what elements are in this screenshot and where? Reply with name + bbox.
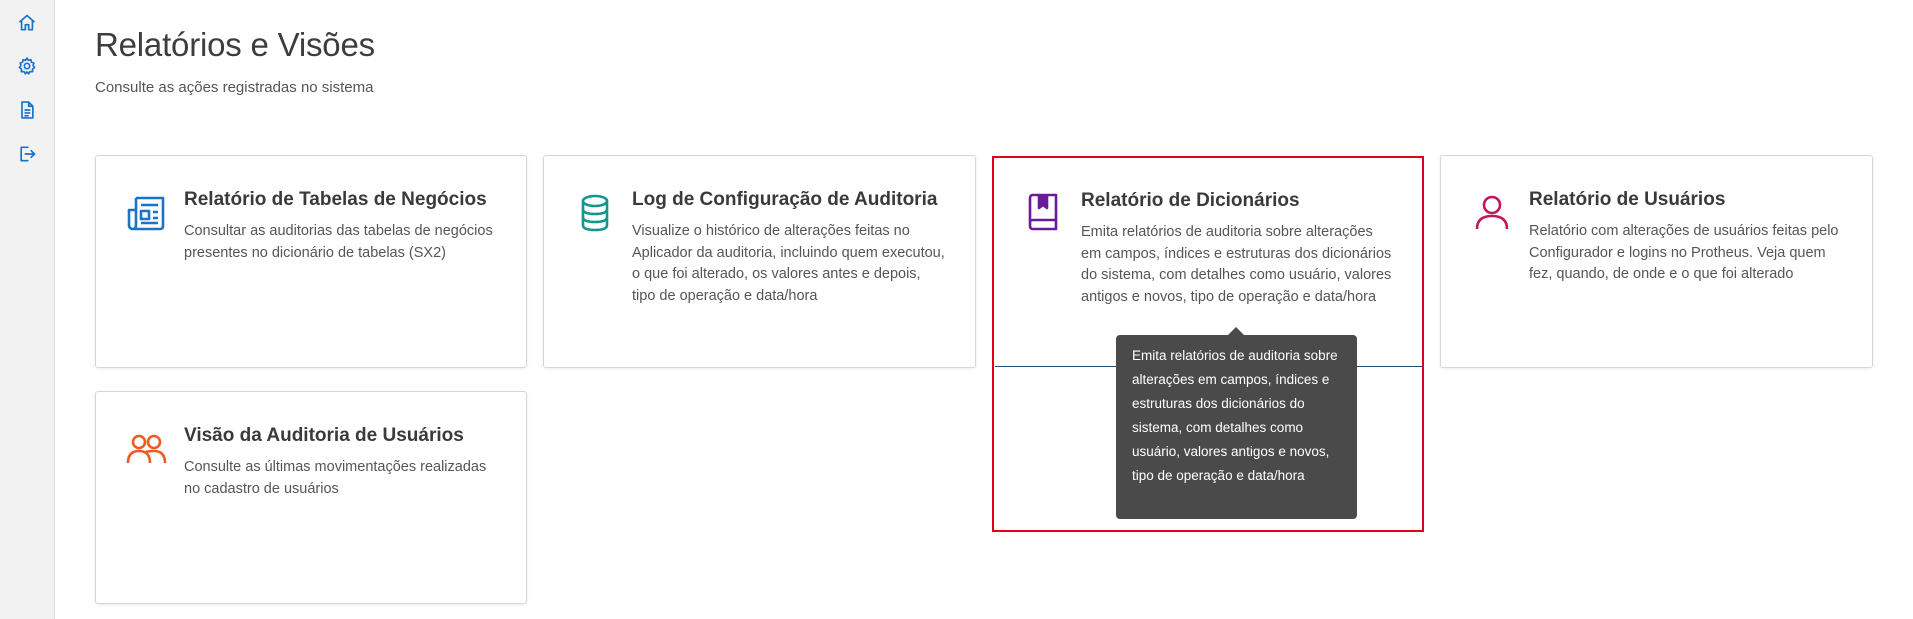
card-description: Emita relatórios de auditoria sobre alte… — [1081, 224, 1392, 305]
tooltip: Emita relatórios de auditoria sobre alte… — [1116, 327, 1357, 519]
card-description: Consulte as últimas movimentações realiz… — [184, 459, 487, 497]
card-title: Relatório de Dicionários — [1081, 190, 1300, 211]
card-title: Relatório de Usuários — [1529, 189, 1726, 210]
card-relatorio-usuarios[interactable]: Relatório de Usuários Relatório com alte… — [1440, 155, 1873, 368]
newspaper-icon — [126, 192, 168, 234]
card-description: Visualize o histórico de alterações feit… — [632, 223, 945, 304]
book-icon — [1023, 191, 1065, 233]
page-title: Relatórios e Visões — [95, 26, 375, 63]
card-relatorio-tabelas-negocios[interactable]: Relatório de Tabelas de Negócios Consult… — [95, 155, 527, 368]
card-visao-auditoria-usuarios[interactable]: Visão da Auditoria de Usuários Consulte … — [95, 391, 527, 604]
card-title: Relatório de Tabelas de Negócios — [184, 189, 487, 210]
card-title: Log de Configuração de Auditoria — [632, 189, 938, 210]
card-title: Visão da Auditoria de Usuários — [184, 425, 464, 446]
users-icon — [126, 428, 168, 470]
logout-icon[interactable] — [14, 141, 40, 167]
card-log-configuracao-auditoria[interactable]: Log de Configuração de Auditoria Visuali… — [543, 155, 976, 368]
gear-icon[interactable] — [14, 53, 40, 79]
home-icon[interactable] — [14, 10, 40, 36]
card-description: Relatório com alterações de usuários fei… — [1529, 223, 1839, 282]
user-icon — [1471, 192, 1513, 234]
card-description: Consultar as auditorias das tabelas de n… — [184, 223, 493, 261]
document-icon[interactable] — [14, 97, 40, 123]
database-icon — [574, 192, 616, 234]
page-subtitle: Consulte as ações registradas no sistema — [95, 79, 374, 96]
sidebar — [0, 0, 55, 619]
